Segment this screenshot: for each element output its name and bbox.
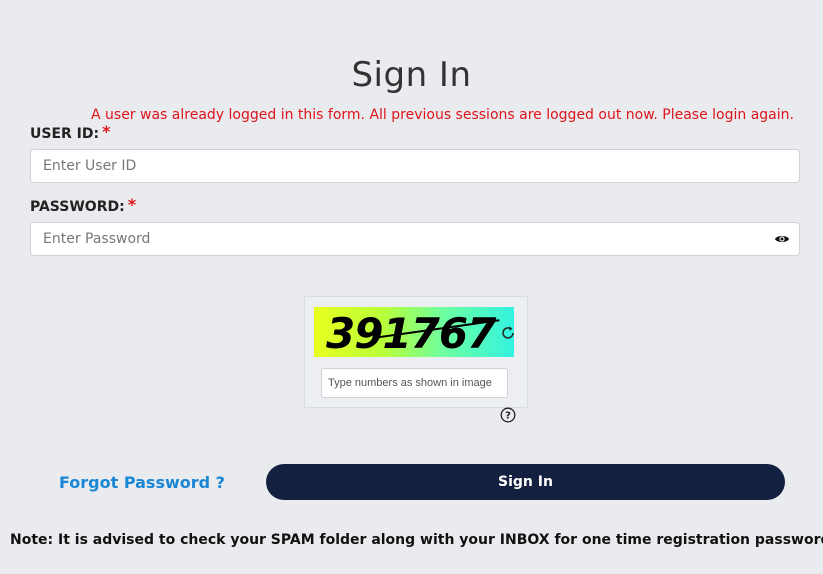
svg-text:?: ? (505, 411, 511, 422)
sign-in-button[interactable]: Sign In (266, 464, 785, 500)
refresh-icon[interactable] (500, 325, 516, 341)
eye-icon[interactable] (774, 231, 790, 247)
user-id-label-text: USER ID: (30, 126, 100, 142)
required-asterisk: * (102, 122, 111, 141)
captcha-input[interactable] (321, 368, 508, 398)
sign-in-page: Sign In A user was already logged in thi… (0, 0, 823, 574)
password-label: PASSWORD: * (30, 195, 136, 218)
user-id-label: USER ID: * (30, 122, 110, 145)
help-icon[interactable]: ? (500, 407, 516, 423)
spam-folder-note: Note: It is advised to check your SPAM f… (10, 532, 823, 548)
captcha-image: 391767 (314, 307, 514, 357)
required-asterisk: * (127, 195, 137, 214)
password-input[interactable] (30, 222, 800, 256)
forgot-password-link[interactable]: Forgot Password ? (59, 473, 225, 492)
password-label-text: PASSWORD: (30, 199, 125, 215)
user-id-input[interactable] (30, 149, 800, 183)
page-title: Sign In (351, 55, 472, 95)
session-error-message: A user was already logged in this form. … (91, 107, 794, 123)
